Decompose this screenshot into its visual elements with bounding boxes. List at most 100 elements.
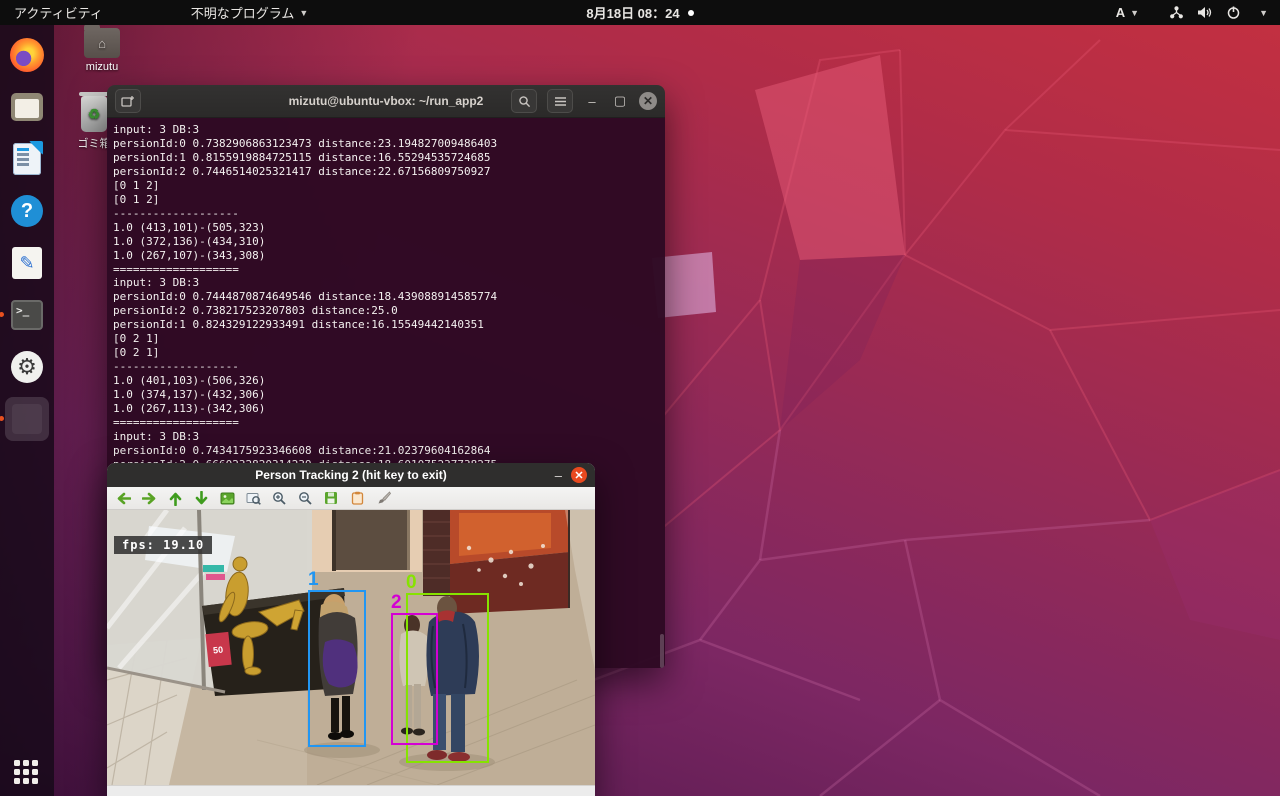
zoom-in-icon <box>272 491 286 505</box>
arrow-down-icon <box>195 491 208 506</box>
app-menu-button[interactable]: 不明なプログラム ▼ <box>181 0 319 25</box>
input-method-button[interactable]: A ▼ <box>1106 0 1149 25</box>
zoom-out-icon <box>298 491 312 505</box>
pan-left-button[interactable] <box>113 489 133 507</box>
terminal-line: persionId:2 0.7446514025321417 distance:… <box>113 165 659 179</box>
terminal-line: persionId:0 0.7434175923346608 distance:… <box>113 444 659 458</box>
new-tab-icon <box>121 95 135 107</box>
pan-up-button[interactable] <box>165 489 185 507</box>
desktop-icon-home-folder[interactable]: ⌂ mizutu <box>70 28 134 73</box>
bounding-box-person-2: 2 <box>391 613 438 745</box>
tracker-statusbar <box>107 785 595 796</box>
terminal-line: input: 3 DB:3 <box>113 123 659 137</box>
desktop: アクティビティ 不明なプログラム ▼ 8月18日 08：24 A ▼ <box>0 0 1280 796</box>
pan-down-button[interactable] <box>191 489 211 507</box>
zoom-out-button[interactable] <box>295 489 315 507</box>
notification-dot <box>688 10 694 16</box>
minimize-button[interactable]: – <box>583 94 601 109</box>
tracker-title: Person Tracking 2 (hit key to exit) <box>255 468 446 482</box>
terminal-line: ------------------- <box>113 360 659 374</box>
terminal-line: 1.0 (374,137)-(432,306) <box>113 388 659 402</box>
close-button[interactable]: ✕ <box>571 467 587 483</box>
chevron-down-icon: ▼ <box>1259 8 1268 18</box>
person-id-label: 1 <box>308 570 319 590</box>
maximize-button[interactable]: ▢ <box>611 93 629 109</box>
running-indicator-dot <box>0 416 4 421</box>
terminal-line: =================== <box>113 416 659 430</box>
firefox-icon <box>10 38 44 72</box>
fps-overlay: fps: 19.10 <box>114 536 212 554</box>
person-id-label: 2 <box>391 593 402 613</box>
terminal-line: 1.0 (413,101)-(505,323) <box>113 221 659 235</box>
clock-button[interactable]: 8月18日 08：24 <box>576 0 703 25</box>
svg-text:50: 50 <box>213 644 224 655</box>
terminal-line: persionId:2 0.738217523207803 distance:2… <box>113 304 659 318</box>
terminal-line: [0 2 1] <box>113 332 659 346</box>
zoom-selection-button[interactable] <box>243 489 263 507</box>
show-applications-button[interactable] <box>14 760 40 786</box>
dock-item-libreoffice-writer[interactable] <box>5 137 49 181</box>
terminal-menu-button[interactable] <box>547 89 573 113</box>
terminal-line: 1.0 (267,107)-(343,308) <box>113 249 659 263</box>
terminal-scrollbar[interactable] <box>660 634 664 668</box>
search-icon <box>518 95 531 108</box>
terminal-line: [0 1 2] <box>113 179 659 193</box>
home-icon: ⌂ <box>84 28 120 58</box>
running-indicator-dot <box>0 312 4 317</box>
dock-item-settings[interactable]: ⚙ <box>5 345 49 389</box>
image-icon <box>220 492 235 505</box>
recycle-icon: ♻ <box>81 96 107 132</box>
terminal-line: 1.0 (401,103)-(506,326) <box>113 374 659 388</box>
copy-button[interactable] <box>347 489 367 507</box>
dock-item-files[interactable] <box>5 85 49 129</box>
terminal-line: ------------------- <box>113 207 659 221</box>
trash-icon: ♻ <box>81 96 107 132</box>
tracker-titlebar[interactable]: Person Tracking 2 (hit key to exit) – ✕ <box>107 463 595 487</box>
terminal-output: input: 3 DB:3persionId:0 0.7382906863123… <box>113 123 659 472</box>
zoom-in-button[interactable] <box>269 489 289 507</box>
dock-item-text-editor[interactable]: ✎ <box>5 241 49 285</box>
top-bar: アクティビティ 不明なプログラム ▼ 8月18日 08：24 A ▼ <box>0 0 1280 25</box>
clipboard-icon <box>351 491 364 505</box>
dock-item-firefox[interactable] <box>5 33 49 77</box>
text-editor-icon: ✎ <box>12 247 42 279</box>
settings-gear-icon: ⚙ <box>11 351 43 383</box>
volume-icon <box>1197 5 1213 20</box>
dock-item-help[interactable]: ? <box>5 189 49 233</box>
chevron-down-icon: ▼ <box>1130 8 1139 18</box>
chevron-down-icon: ▼ <box>299 8 308 18</box>
tracker-toolbar <box>107 487 595 510</box>
terminal-line: 1.0 (267,113)-(342,306) <box>113 402 659 416</box>
save-image-button[interactable] <box>321 489 341 507</box>
activities-button[interactable]: アクティビティ <box>4 0 113 25</box>
generic-app-icon <box>12 404 42 434</box>
files-icon <box>11 93 43 121</box>
terminal-line: persionId:1 0.824329122933491 distance:1… <box>113 318 659 332</box>
terminal-titlebar[interactable]: mizutu@ubuntu-vbox: ~/run_app2 – ▢ ✕ <box>107 85 665 118</box>
terminal-line: persionId:0 0.7444870874649546 distance:… <box>113 290 659 304</box>
dock-item-active-app[interactable] <box>5 397 49 441</box>
terminal-search-button[interactable] <box>511 89 537 113</box>
minimize-button[interactable]: – <box>555 468 562 483</box>
save-icon <box>324 491 338 505</box>
system-tray-button[interactable]: ▼ <box>1149 5 1280 20</box>
terminal-line: persionId:1 0.8155919884725115 distance:… <box>113 151 659 165</box>
home-folder-icon: ⌂ <box>84 28 120 58</box>
arrow-up-icon <box>169 491 182 506</box>
zoom-reset-button[interactable] <box>217 489 237 507</box>
terminal-line: 1.0 (372,136)-(434,310) <box>113 235 659 249</box>
terminal-line: input: 3 DB:3 <box>113 430 659 444</box>
tracker-video-frame[interactable]: 50 <box>107 510 595 785</box>
arrow-left-icon <box>116 492 131 505</box>
new-tab-button[interactable] <box>115 89 141 113</box>
dock: ? ✎ >_ ⚙ <box>0 25 54 796</box>
terminal-line: persionId:0 0.7382906863123473 distance:… <box>113 137 659 151</box>
writer-icon <box>13 143 41 175</box>
pan-right-button[interactable] <box>139 489 159 507</box>
close-button[interactable]: ✕ <box>639 92 657 110</box>
bounding-box-person-1: 1 <box>308 590 366 747</box>
person-tracking-window: Person Tracking 2 (hit key to exit) – ✕ <box>107 463 595 796</box>
dock-item-terminal[interactable]: >_ <box>5 293 49 337</box>
properties-button[interactable] <box>373 489 393 507</box>
brush-icon <box>376 491 391 505</box>
